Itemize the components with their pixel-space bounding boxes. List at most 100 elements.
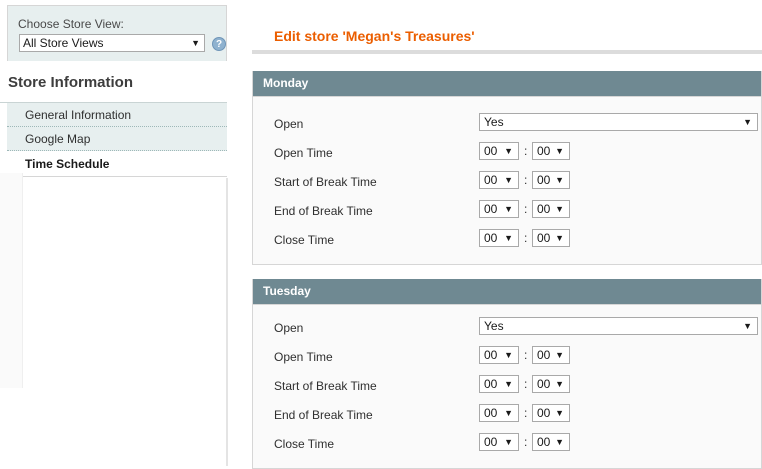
sidebar-border [226, 178, 228, 466]
tab-label: Time Schedule [25, 157, 110, 171]
hour-value: 00 [484, 144, 498, 158]
chevron-down-icon: ▼ [504, 146, 513, 156]
hour-value: 00 [484, 348, 498, 362]
field-row-open: Open Yes ▼ [253, 113, 762, 135]
minute-value: 00 [537, 435, 551, 449]
minute-select[interactable]: 00 ▼ [532, 200, 570, 218]
time-separator: : [524, 406, 528, 420]
time-separator: : [524, 231, 528, 245]
minute-value: 00 [537, 406, 551, 420]
hour-value: 00 [484, 377, 498, 391]
field-row-open-time: Open Time 00 ▼ : 00 ▼ [253, 346, 762, 368]
minute-value: 00 [537, 173, 551, 187]
help-icon[interactable]: ? [212, 37, 226, 51]
time-separator: : [524, 173, 528, 187]
minute-select[interactable]: 00 ▼ [532, 404, 570, 422]
tab-google-map[interactable]: Google Map [7, 127, 227, 151]
open-select[interactable]: Yes ▼ [479, 113, 758, 131]
section-header-monday[interactable]: Monday [253, 71, 761, 97]
chevron-down-icon: ▼ [555, 233, 564, 243]
minute-select[interactable]: 00 ▼ [532, 229, 570, 247]
minute-value: 00 [537, 231, 551, 245]
field-row-break-end: End of Break Time 00 ▼ : 00 ▼ [253, 200, 762, 222]
hour-value: 00 [484, 435, 498, 449]
hour-value: 00 [484, 231, 498, 245]
time-separator: : [524, 348, 528, 362]
chevron-down-icon: ▼ [555, 437, 564, 447]
section-header-tuesday[interactable]: Tuesday [253, 279, 761, 305]
chevron-down-icon: ▼ [555, 379, 564, 389]
field-label: Close Time [274, 437, 335, 451]
time-separator: : [524, 202, 528, 216]
fieldset-monday: Monday Open Yes ▼ Open Time 00 ▼ : 00 ▼ St… [252, 71, 762, 265]
chevron-down-icon: ▼ [555, 204, 564, 214]
hour-select[interactable]: 00 ▼ [479, 171, 519, 189]
time-separator: : [524, 377, 528, 391]
minute-value: 00 [537, 348, 551, 362]
open-select[interactable]: Yes ▼ [479, 317, 758, 335]
tab-time-schedule[interactable]: Time Schedule [7, 151, 227, 177]
title-divider [252, 50, 762, 54]
field-row-break-end: End of Break Time 00 ▼ : 00 ▼ [253, 404, 762, 426]
chevron-down-icon: ▼ [504, 408, 513, 418]
minute-select[interactable]: 00 ▼ [532, 346, 570, 364]
store-view-select[interactable]: All Store Views ▼ [19, 34, 205, 52]
field-label: Start of Break Time [274, 175, 377, 189]
chevron-down-icon: ▼ [504, 437, 513, 447]
store-switcher: Choose Store View: All Store Views ▼ ? [7, 5, 227, 61]
time-separator: : [524, 144, 528, 158]
field-label: Close Time [274, 233, 335, 247]
hour-select[interactable]: 00 ▼ [479, 200, 519, 218]
field-label: Start of Break Time [274, 379, 377, 393]
field-row-open: Open Yes ▼ [253, 317, 762, 339]
minute-select[interactable]: 00 ▼ [532, 171, 570, 189]
minute-select[interactable]: 00 ▼ [532, 142, 570, 160]
field-row-open-time: Open Time 00 ▼ : 00 ▼ [253, 142, 762, 164]
chevron-down-icon: ▼ [555, 175, 564, 185]
chevron-down-icon: ▼ [504, 175, 513, 185]
minute-value: 00 [537, 377, 551, 391]
hour-value: 00 [484, 406, 498, 420]
field-row-close-time: Close Time 00 ▼ : 00 ▼ [253, 229, 762, 251]
hour-value: 00 [484, 202, 498, 216]
fieldset-tuesday: Tuesday Open Yes ▼ Open Time 00 ▼ : 00 ▼ S… [252, 279, 762, 469]
sidebar-background [0, 173, 23, 388]
page-title: Edit store 'Megan's Treasures' [274, 28, 475, 44]
open-value: Yes [484, 319, 504, 333]
open-value: Yes [484, 115, 504, 129]
chevron-down-icon: ▼ [555, 350, 564, 360]
sidebar-tabs: General Information Google Map Time Sche… [7, 103, 227, 177]
minute-value: 00 [537, 144, 551, 158]
hour-value: 00 [484, 173, 498, 187]
field-row-close-time: Close Time 00 ▼ : 00 ▼ [253, 433, 762, 455]
field-label: Open [274, 321, 304, 335]
chevron-down-icon: ▼ [504, 379, 513, 389]
field-row-break-start: Start of Break Time 00 ▼ : 00 ▼ [253, 375, 762, 397]
hour-select[interactable]: 00 ▼ [479, 404, 519, 422]
hour-select[interactable]: 00 ▼ [479, 375, 519, 393]
minute-select[interactable]: 00 ▼ [532, 433, 570, 451]
chevron-down-icon: ▼ [191, 38, 200, 48]
minute-value: 00 [537, 202, 551, 216]
chevron-down-icon: ▼ [555, 408, 564, 418]
field-label: Open [274, 117, 304, 131]
field-label: Open Time [274, 350, 333, 364]
hour-select[interactable]: 00 ▼ [479, 346, 519, 364]
field-label: End of Break Time [274, 204, 373, 218]
minute-select[interactable]: 00 ▼ [532, 375, 570, 393]
field-label: End of Break Time [274, 408, 373, 422]
sidebar-title: Store Information [0, 61, 227, 103]
store-view-value: All Store Views [23, 36, 104, 50]
hour-select[interactable]: 00 ▼ [479, 433, 519, 451]
tab-label: General Information [25, 108, 132, 122]
hour-select[interactable]: 00 ▼ [479, 229, 519, 247]
time-separator: : [524, 435, 528, 449]
store-view-label: Choose Store View: [18, 17, 124, 31]
chevron-down-icon: ▼ [504, 204, 513, 214]
chevron-down-icon: ▼ [743, 117, 752, 127]
field-label: Open Time [274, 146, 333, 160]
hour-select[interactable]: 00 ▼ [479, 142, 519, 160]
chevron-down-icon: ▼ [743, 321, 752, 331]
tab-general-information[interactable]: General Information [7, 103, 227, 127]
chevron-down-icon: ▼ [504, 350, 513, 360]
